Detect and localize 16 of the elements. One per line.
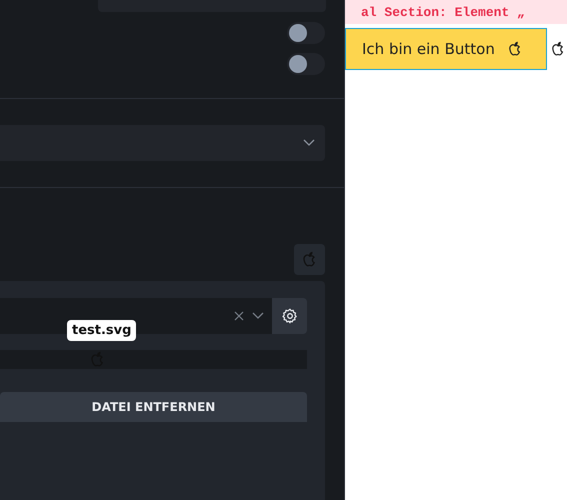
demo-button[interactable]: Ich bin ein Button	[345, 28, 547, 70]
settings-button[interactable]	[272, 298, 307, 334]
apple-icon	[506, 41, 523, 57]
chevron-down-icon	[303, 139, 315, 147]
settings-icon	[282, 308, 298, 324]
chevron-down-icon[interactable]	[252, 312, 264, 320]
clear-icon[interactable]	[234, 311, 244, 321]
apple-icon	[550, 41, 566, 57]
remove-file-button[interactable]: DATEI ENTFERNEN	[0, 392, 307, 422]
apple-icon	[89, 351, 106, 368]
file-name-tooltip: test.svg	[67, 320, 136, 341]
toggle-switch[interactable]	[287, 22, 325, 44]
select-field[interactable]	[0, 125, 325, 161]
apple-icon	[301, 251, 318, 268]
code-text: al Section: Element „	[345, 0, 567, 24]
toggle-switch[interactable]	[287, 53, 325, 75]
